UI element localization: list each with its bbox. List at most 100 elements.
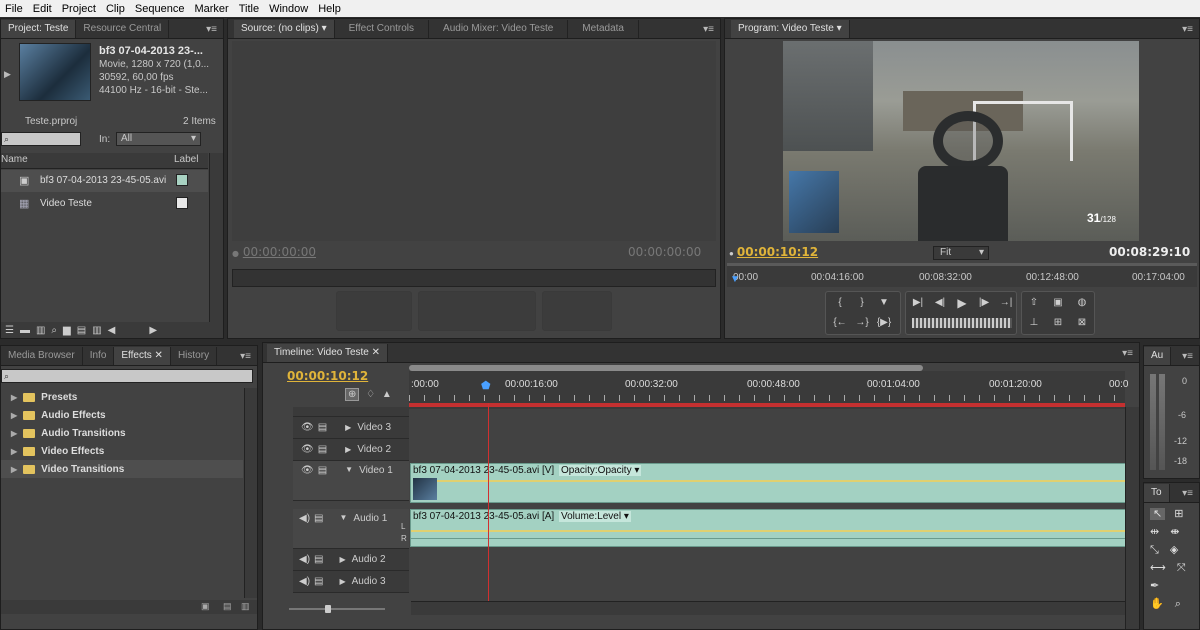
panel-menu-icon[interactable]: ▾≡ (234, 348, 257, 365)
playhead-line[interactable] (488, 403, 489, 615)
mark-out-icon[interactable]: } (852, 294, 872, 312)
menu-project[interactable]: Project (57, 3, 101, 15)
speaker-icon[interactable]: ◀) (299, 554, 310, 565)
trim-icon[interactable]: ⊞ (1048, 314, 1068, 332)
label-color-swatch[interactable] (176, 197, 188, 209)
timeline-vscroll[interactable] (1125, 407, 1139, 629)
project-search-input[interactable]: ⌕ (1, 132, 81, 146)
go-to-in-icon[interactable]: {← (830, 314, 850, 332)
extract-icon[interactable]: ⊥ (1024, 314, 1044, 332)
playhead-marker-icon[interactable]: ▼ (730, 274, 740, 285)
label-color-swatch[interactable] (176, 174, 188, 186)
scroll-right-icon[interactable]: ▶ (149, 325, 157, 336)
tab-timeline[interactable]: Timeline: Video Teste ✕ (267, 344, 389, 362)
project-item-row[interactable]: ▣ bf3 07-04-2013 23-45-05.avi (1, 170, 208, 192)
tab-effects[interactable]: Effects ✕ (114, 347, 171, 365)
panel-menu-icon[interactable]: ▾≡ (697, 21, 720, 38)
playhead-icon[interactable]: ⬟ (481, 379, 491, 392)
play-in-out-icon[interactable]: {▶} (874, 314, 894, 332)
panel-menu-icon[interactable]: ▾≡ (1116, 345, 1139, 362)
selection-tool-icon[interactable]: ↖ (1150, 508, 1166, 520)
audio-clip[interactable]: bf3 07-04-2013 23-45-05.avi [A] Volume:L… (410, 509, 1126, 547)
step-forward-icon[interactable]: |▶ (974, 294, 994, 312)
speaker-icon[interactable]: ◀) (299, 576, 310, 587)
effect-folder-audio-effects[interactable]: ▶ Audio Effects (1, 406, 243, 424)
speaker-icon[interactable]: ◀) (299, 513, 310, 524)
eye-icon[interactable]: 👁 (301, 465, 314, 476)
eye-icon[interactable]: 👁 (301, 422, 314, 433)
razor-tool-icon[interactable]: ◈ (1170, 544, 1178, 556)
tab-resource-central[interactable]: Resource Central (76, 20, 170, 38)
expand-icon[interactable]: ▼ (339, 513, 347, 522)
video-clip-fx[interactable]: Opacity:Opacity ▾ (559, 465, 642, 476)
zoom-tool-icon[interactable]: ⌕ (1175, 598, 1181, 610)
slip-tool-icon[interactable]: ⟷ (1150, 562, 1166, 574)
icon-view-icon[interactable]: ▬ (20, 325, 30, 336)
find-icon[interactable]: ⌕ (51, 325, 57, 336)
panel-menu-icon[interactable]: ▾≡ (1176, 485, 1199, 502)
menu-clip[interactable]: Clip (101, 3, 130, 15)
new-bin-icon[interactable]: ▆ (63, 325, 71, 336)
track-header-audio-3[interactable]: ◀) ▤ ▶ Audio 3 (293, 571, 409, 593)
lift-icon[interactable]: ⇧ (1024, 294, 1044, 312)
menu-help[interactable]: Help (313, 3, 346, 15)
set-marker-icon[interactable]: ▲ (382, 389, 392, 400)
output-icon[interactable]: ◍ (1072, 294, 1092, 312)
scroll-left-icon[interactable]: ◀ (108, 325, 116, 336)
in-select[interactable]: All ▾ (116, 132, 201, 146)
marker-icon[interactable]: ♢ (366, 389, 375, 400)
source-timecode-current[interactable]: ● 00:00:00:00 (232, 245, 316, 259)
effect-folder-video-effects[interactable]: ▶ Video Effects (1, 442, 243, 460)
slide-tool-icon[interactable]: ⤧ (1177, 562, 1186, 574)
collapse-icon[interactable]: ▶ (339, 577, 345, 586)
eye-icon[interactable]: 👁 (301, 444, 314, 455)
snap-icon[interactable]: ⊕ (345, 388, 360, 401)
project-item-row[interactable]: ▦ Video Teste (1, 193, 208, 215)
trash-icon[interactable]: ▥ (241, 601, 250, 612)
list-view-icon[interactable]: ☰ (5, 325, 14, 336)
effects-search-input[interactable]: ⌕ (1, 369, 253, 383)
jog-shuttle[interactable] (912, 318, 1012, 328)
tab-media-browser[interactable]: Media Browser (1, 347, 83, 365)
opacity-line[interactable] (437, 480, 1125, 482)
track-header-audio-2[interactable]: ◀) ▤ ▶ Audio 2 (293, 549, 409, 571)
track-header-video-2[interactable]: 👁 ▤ ▶ Video 2 (293, 439, 409, 461)
col-name[interactable]: Name (1, 154, 28, 165)
program-time-ruler[interactable]: 00:00 00:04:16:00 00:08:32:00 00:12:48:0… (727, 263, 1197, 287)
fit-select[interactable]: Fit ▾ (933, 246, 989, 260)
hand-tool-icon[interactable]: ✋ (1150, 598, 1164, 610)
tab-program[interactable]: Program: Video Teste ▾ (731, 20, 850, 38)
tab-history[interactable]: History (171, 347, 218, 365)
volume-line[interactable] (411, 530, 1125, 532)
new-item-icon[interactable]: ▤ (223, 601, 232, 612)
video-clip[interactable]: bf3 07-04-2013 23-45-05.avi [V] Opacity:… (410, 463, 1126, 503)
tab-effect-controls[interactable]: Effect Controls (335, 20, 430, 38)
add-marker-icon[interactable]: ▼ (874, 294, 894, 312)
zoom-thumb[interactable] (325, 605, 331, 613)
next-edit-icon[interactable]: →| (996, 294, 1016, 312)
menu-marker[interactable]: Marker (189, 3, 233, 15)
go-to-out-icon[interactable]: →} (852, 314, 872, 332)
step-back-icon[interactable]: ◀| (930, 294, 950, 312)
effects-scrollbar[interactable] (244, 388, 257, 598)
lock-icon[interactable]: ▤ (318, 422, 327, 433)
expand-icon[interactable]: ▼ (345, 465, 353, 474)
track-header-video-3[interactable]: 👁 ▤ ▶ Video 3 (293, 417, 409, 439)
menu-window[interactable]: Window (264, 3, 313, 15)
lock-icon[interactable]: ▤ (318, 465, 327, 476)
tab-metadata[interactable]: Metadata (568, 20, 639, 38)
new-bin-icon[interactable]: ▣ (201, 601, 210, 612)
rate-stretch-tool-icon[interactable]: ⤡ (1150, 544, 1159, 556)
timeline-ruler[interactable]: :00:00 00:00:16:00 00:00:32:00 00:00:48:… (409, 371, 1128, 409)
effect-folder-audio-transitions[interactable]: ▶ Audio Transitions (1, 424, 243, 442)
tab-project[interactable]: Project: Teste (1, 20, 77, 38)
menu-edit[interactable]: Edit (28, 3, 57, 15)
rolling-edit-tool-icon[interactable]: ⇼ (1170, 526, 1179, 538)
timeline-timecode[interactable]: 00:00:10:12 (287, 369, 368, 383)
new-item-icon[interactable]: ▤ (77, 325, 86, 336)
ripple-edit-tool-icon[interactable]: ⇹ (1150, 526, 1159, 538)
source-scrub-bar[interactable] (232, 269, 716, 287)
audio-clip-fx[interactable]: Volume:Level ▾ (559, 511, 631, 522)
tab-info[interactable]: Info (83, 347, 115, 365)
menu-file[interactable]: File (0, 3, 28, 15)
